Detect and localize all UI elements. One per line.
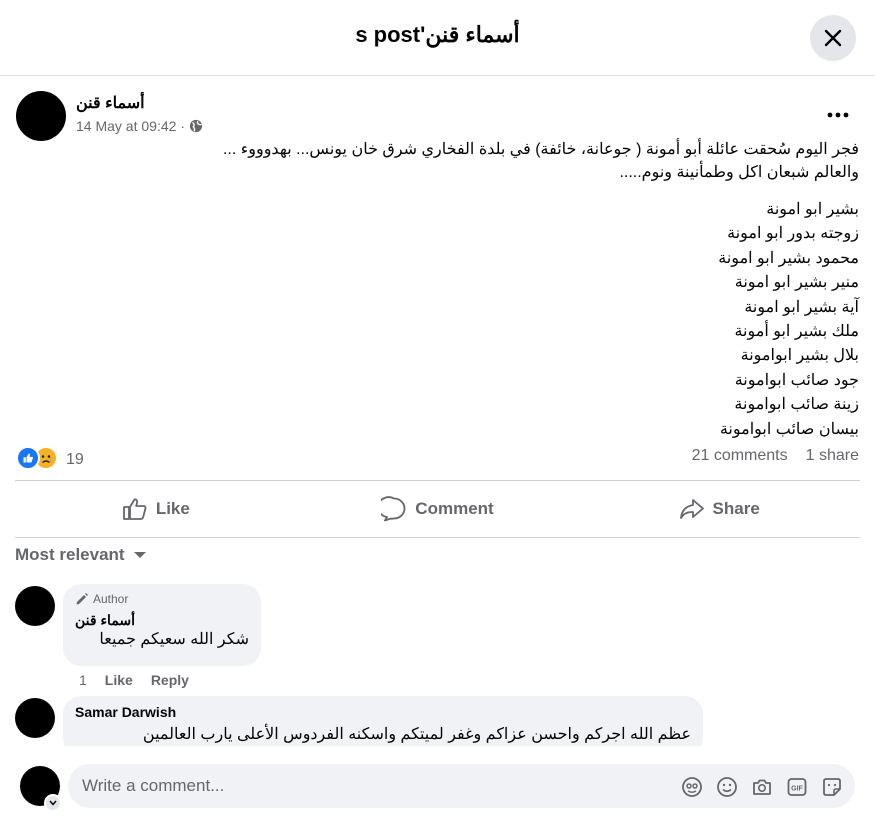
comment-bubble: Author أسماء قنن شكر الله سعيكم جميعا bbox=[63, 584, 261, 666]
more-icon bbox=[827, 112, 849, 118]
like-label: Like bbox=[155, 499, 190, 518]
author-avatar[interactable] bbox=[16, 91, 66, 141]
commenter-name[interactable]: أسماء قنن bbox=[75, 612, 249, 629]
victim-name: زوجته بدور ابو امونة bbox=[727, 225, 859, 243]
comment-text: شكر الله سعيكم جميعا bbox=[99, 631, 249, 648]
share-label: Share bbox=[712, 499, 760, 518]
comment-icon bbox=[381, 496, 406, 522]
victim-name: محمود بشير ابو امونة bbox=[718, 249, 859, 267]
sticker-icon[interactable] bbox=[820, 775, 843, 798]
close-button[interactable] bbox=[810, 15, 856, 61]
comment-sort-dropdown[interactable]: Most relevant bbox=[15, 545, 147, 565]
victim-name: بيسان صائب ابوامونة bbox=[719, 420, 859, 438]
victim-name: منير بشير ابو امونة bbox=[734, 274, 859, 292]
comment-button[interactable]: Comment bbox=[297, 481, 579, 537]
avatar-icon[interactable] bbox=[680, 775, 703, 798]
dialog-title: أسماء قنن's post bbox=[355, 22, 520, 47]
author-badge-label: Author bbox=[93, 592, 129, 606]
emoji-icon[interactable] bbox=[715, 775, 738, 798]
share-icon bbox=[679, 499, 704, 519]
composer-tools: GIF bbox=[680, 775, 843, 798]
victim-name: آية بشير ابو امونة bbox=[744, 298, 859, 316]
like-reaction-icon bbox=[16, 446, 40, 470]
gif-icon[interactable]: GIF bbox=[785, 775, 808, 798]
shares-count[interactable]: 1 share bbox=[806, 447, 859, 465]
victim-name: بشير ابو امونة bbox=[766, 201, 859, 218]
post-stats: 21 comments 1 share bbox=[692, 447, 859, 465]
author-name[interactable]: أسماء قنن bbox=[76, 93, 145, 113]
victim-name: ملك بشير ابو أمونة bbox=[734, 323, 859, 341]
post-intro-line-2: والعالم شبعان اكل وطمأنينة ونوم..... bbox=[619, 164, 859, 181]
comment-composer: GIF bbox=[0, 746, 875, 832]
caret-down-icon bbox=[133, 552, 146, 558]
victim-name: زينة صائب ابوامونة bbox=[734, 396, 859, 414]
victim-names-list: بشير ابو امونة زوجته بدور ابو امونة محمو… bbox=[14, 198, 859, 442]
commenter-name[interactable]: Samar Darwish bbox=[75, 704, 691, 720]
post-body: فجر اليوم سُحقت عائلة أبو أمونة ( جوعانة… bbox=[14, 138, 859, 442]
globe-icon[interactable] bbox=[189, 119, 203, 133]
pencil-icon bbox=[76, 593, 88, 605]
sort-label: Most relevant bbox=[15, 545, 125, 564]
post-action-bar: Like Comment Share bbox=[15, 480, 860, 538]
svg-text:GIF: GIF bbox=[791, 785, 803, 792]
thumbs-up-icon bbox=[122, 498, 147, 520]
commenter-avatar[interactable] bbox=[15, 698, 55, 738]
comment-reply-button[interactable]: Reply bbox=[151, 672, 189, 688]
reactions-summary[interactable]: 19 bbox=[16, 446, 84, 470]
comment-label: Comment bbox=[415, 499, 494, 518]
post-timestamp[interactable]: 14 May at 09:42 bbox=[76, 118, 176, 134]
share-button[interactable]: Share bbox=[578, 481, 860, 537]
author-badge: Author bbox=[75, 592, 249, 606]
post-intro-line-1: فجر اليوم سُحقت عائلة أبو أمونة ( جوعانة… bbox=[222, 141, 859, 158]
close-icon bbox=[824, 29, 842, 47]
more-options-button[interactable] bbox=[818, 100, 858, 130]
camera-icon[interactable] bbox=[750, 775, 773, 798]
meta-separator: · bbox=[180, 118, 186, 134]
post-meta: 14 May at 09:42 · bbox=[76, 118, 203, 134]
like-button[interactable]: Like bbox=[15, 481, 297, 537]
victim-name: بلال بشير ابوامونة bbox=[740, 347, 859, 365]
comment-reaction-count: 1 bbox=[79, 672, 87, 688]
chevron-down-icon[interactable] bbox=[44, 794, 62, 812]
reaction-count: 19 bbox=[66, 451, 84, 468]
comment-like-button[interactable]: Like bbox=[105, 672, 133, 688]
post-intro: فجر اليوم سُحقت عائلة أبو أمونة ( جوعانة… bbox=[14, 138, 859, 184]
dialog-header: أسماء قنن's post bbox=[0, 0, 875, 76]
commenter-avatar[interactable] bbox=[15, 586, 55, 626]
comment-text: عظم الله اجركم واحسن عزاكم وغفر لميتكم و… bbox=[142, 726, 691, 743]
comments-count[interactable]: 21 comments bbox=[692, 447, 788, 465]
victim-name: جود صائب ابوامونة bbox=[734, 371, 859, 389]
comment-actions: 1 Like Reply bbox=[79, 672, 189, 688]
